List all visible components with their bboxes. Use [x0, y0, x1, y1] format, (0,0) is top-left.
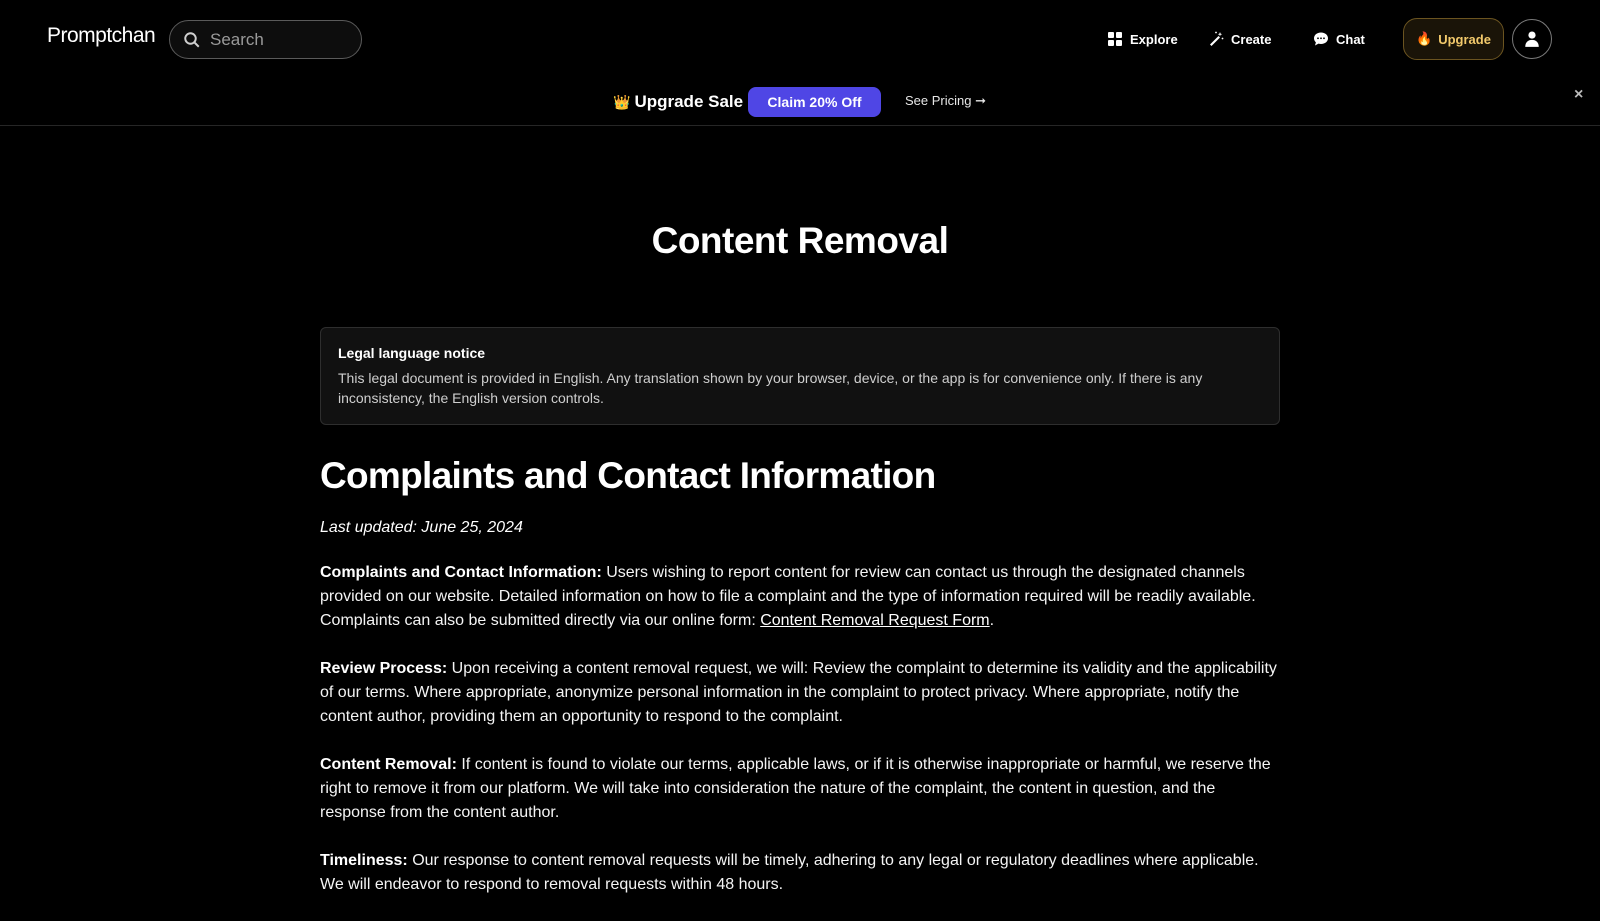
notice-title: Legal language notice [338, 345, 486, 361]
notice-body: This legal document is provided in Engli… [338, 370, 1203, 406]
page-title: Content Removal [651, 220, 949, 261]
nav-explore[interactable]: Explore [1107, 28, 1178, 50]
paragraph-label: Content Removal: [320, 756, 457, 773]
upgrade-button[interactable]: 🔥 Upgrade [1403, 18, 1504, 60]
nav-chat[interactable]: Chat [1313, 28, 1365, 50]
user-icon [1525, 31, 1539, 47]
paragraph-text-end: . [989, 612, 995, 629]
see-pricing-link[interactable]: See Pricing ➞ [905, 93, 986, 109]
paragraph-text: If content is found to violate our terms… [320, 756, 1271, 821]
logo[interactable]: Promptchan [47, 24, 156, 48]
search-icon [184, 31, 200, 47]
paragraph-content-removal: Content Removal: If content is found to … [320, 753, 1282, 825]
nav-create-label: Create [1231, 31, 1272, 47]
paragraph-text: Our response to content removal requests… [320, 852, 1259, 893]
crown-icon: 👑 [613, 93, 631, 110]
paragraph-timeliness: Timeliness: Our response to content remo… [320, 849, 1282, 897]
nav-explore-label: Explore [1130, 31, 1178, 47]
promo-banner: 👑 Upgrade Sale Claim 20% Off See Pricing… [0, 78, 1600, 126]
nav-create[interactable]: Create [1208, 28, 1271, 50]
banner-title: 👑 Upgrade Sale [613, 92, 743, 112]
section-heading: Complaints and Contact Information [320, 455, 936, 496]
removal-form-link[interactable]: Content Removal Request Form [760, 612, 989, 629]
nav-chat-label: Chat [1336, 31, 1365, 47]
banner-title-text: Upgrade Sale [634, 92, 744, 111]
search-box[interactable] [169, 20, 362, 59]
account-button[interactable] [1512, 19, 1552, 59]
search-input[interactable] [210, 29, 350, 50]
magic-wand-icon [1210, 31, 1224, 46]
upgrade-label: Upgrade [1438, 31, 1491, 47]
last-updated: Last updated: June 25, 2024 [320, 519, 523, 536]
grid-icon [1108, 32, 1122, 46]
claim-discount-button[interactable]: Claim 20% Off [748, 87, 881, 117]
paragraph-review-process: Review Process: Upon receiving a content… [320, 657, 1282, 729]
paragraph-complaints: Complaints and Contact Information: User… [320, 561, 1282, 633]
legal-notice-card: Legal language notice This legal documen… [320, 327, 1280, 425]
top-navbar: Promptchan Explore Create [0, 0, 1600, 78]
paragraph-text: Upon receiving a content removal request… [320, 660, 1277, 725]
fire-icon: 🔥 [1416, 31, 1433, 46]
main-content: Complaints and Contact Information Last … [320, 455, 1282, 921]
paragraph-label: Timeliness: [320, 852, 408, 869]
paragraph-label: Review Process: [320, 660, 448, 677]
paragraph-label: Complaints and Contact Information: [320, 564, 602, 581]
chat-bubble-icon [1314, 32, 1328, 46]
close-banner-button[interactable]: × [1574, 86, 1583, 104]
